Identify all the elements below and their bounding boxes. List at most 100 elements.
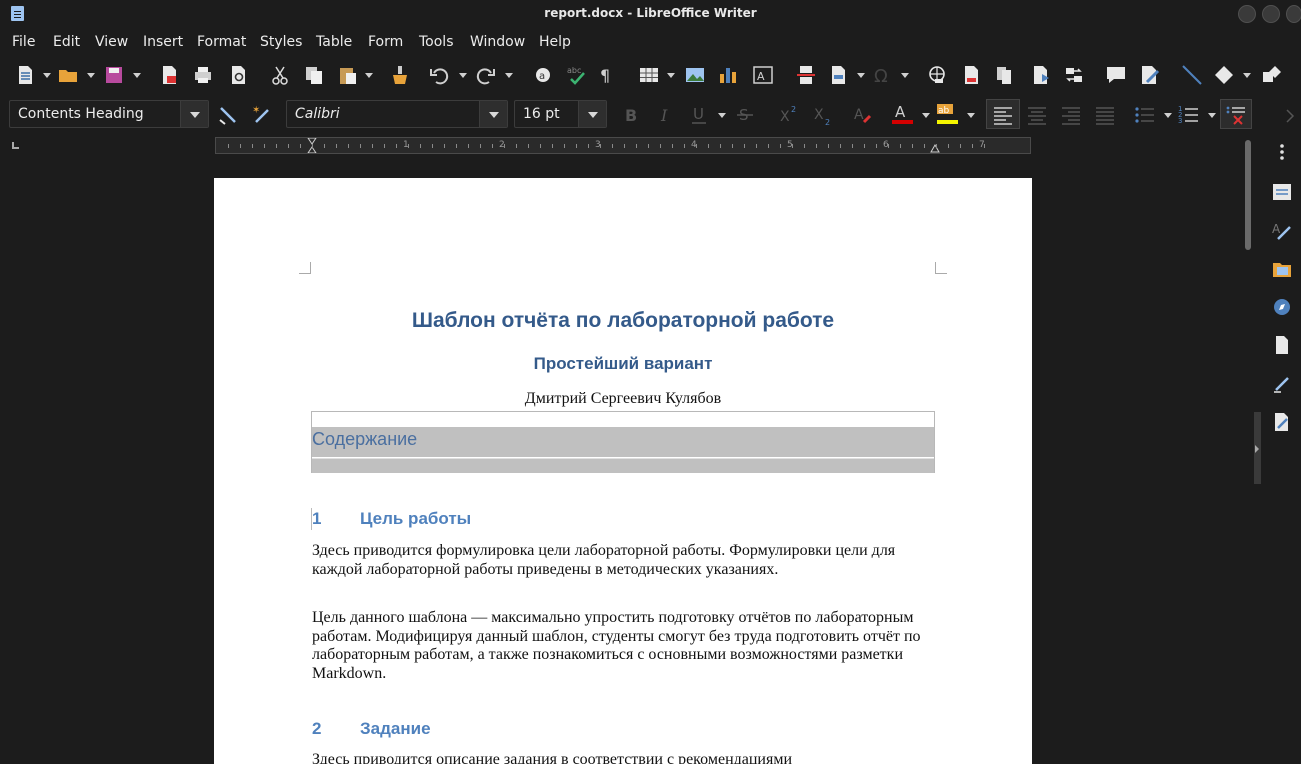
align-right-icon[interactable] [1060, 104, 1082, 126]
page-break-icon[interactable] [795, 64, 817, 86]
superscript-icon[interactable]: X2 [778, 104, 800, 126]
tab-type-icon[interactable] [12, 142, 19, 149]
menu-tools[interactable]: Tools [419, 34, 454, 50]
field-dropdown-icon[interactable] [857, 73, 865, 78]
document-author[interactable]: Дмитрий Сергеевич Кулябов [214, 390, 1032, 408]
manage-changes-icon[interactable] [1272, 412, 1292, 432]
print-icon[interactable] [192, 64, 214, 86]
formatting-marks-icon[interactable]: ¶ [597, 64, 619, 86]
menu-edit[interactable]: Edit [53, 34, 80, 50]
menu-window[interactable]: Window [470, 34, 525, 50]
align-center-icon[interactable] [1026, 104, 1048, 126]
close-button[interactable] [1286, 5, 1301, 23]
save-dropdown-icon[interactable] [133, 73, 141, 78]
toc-entry-placeholder[interactable] [312, 458, 934, 473]
right-indent-icon[interactable] [930, 144, 940, 153]
body-paragraph[interactable]: Цель данного шаблона — максимально упрос… [312, 609, 942, 683]
menu-table[interactable]: Table [316, 34, 352, 50]
clear-formatting-icon[interactable]: A [852, 104, 874, 126]
page-icon[interactable] [1272, 335, 1292, 355]
insert-textbox-icon[interactable]: A [752, 64, 774, 86]
menu-file[interactable]: File [12, 34, 35, 50]
open-dropdown-icon[interactable] [87, 73, 95, 78]
font-size-combo[interactable]: 16 pt [514, 100, 607, 128]
numbered-list-dropdown-icon[interactable] [1208, 113, 1216, 118]
style-inspector-icon[interactable] [1272, 374, 1292, 394]
underline-icon[interactable]: U [688, 104, 710, 126]
print-preview-icon[interactable] [227, 64, 249, 86]
underline-dropdown-icon[interactable] [718, 113, 726, 118]
undo-icon[interactable] [428, 64, 450, 86]
section-heading[interactable]: 1 Цель работы [312, 509, 471, 529]
table-dropdown-icon[interactable] [667, 73, 675, 78]
paragraph-style-dropdown-icon[interactable] [180, 101, 208, 127]
save-icon[interactable] [103, 64, 125, 86]
insert-table-icon[interactable] [638, 64, 660, 86]
new-document-icon[interactable] [14, 64, 36, 86]
body-paragraph[interactable]: Здесь приводится формулировка цели лабор… [312, 542, 942, 579]
document-title[interactable]: Шаблон отчёта по лабораторной работе [214, 309, 1032, 333]
paragraph-style-combo[interactable]: Contents Heading [9, 100, 209, 128]
font-color-dropdown-icon[interactable] [922, 113, 930, 118]
menu-form[interactable]: Form [368, 34, 403, 50]
toc-heading[interactable]: Содержание [312, 429, 417, 450]
font-color-icon[interactable]: A [891, 102, 913, 124]
maximize-button[interactable] [1262, 5, 1280, 23]
copy-icon[interactable] [303, 64, 325, 86]
paste-dropdown-icon[interactable] [365, 73, 373, 78]
insert-field-icon[interactable] [827, 64, 849, 86]
strikethrough-icon[interactable]: S [734, 104, 756, 126]
section-heading[interactable]: 2 Задание [312, 719, 431, 739]
justify-icon[interactable] [1094, 104, 1116, 126]
shapes-dropdown-icon[interactable] [1243, 73, 1251, 78]
menu-format[interactable]: Format [197, 34, 246, 50]
bullet-list-icon[interactable] [1134, 104, 1156, 126]
special-character-dropdown-icon[interactable] [901, 73, 909, 78]
draw-functions-icon[interactable] [1261, 64, 1283, 86]
horizontal-ruler[interactable]: 1 2 3 4 5 6 7 [215, 137, 1031, 154]
insert-footnote-icon[interactable] [960, 64, 982, 86]
insert-comment-icon[interactable] [1105, 64, 1127, 86]
styles-icon[interactable]: A [1272, 221, 1292, 241]
highlight-color-icon[interactable]: ab [936, 102, 958, 124]
toolbar-overflow-icon[interactable] [1283, 105, 1297, 127]
menu-insert[interactable]: Insert [143, 34, 183, 50]
properties-icon[interactable] [1272, 182, 1292, 202]
new-dropdown-icon[interactable] [43, 73, 51, 78]
document-subtitle[interactable]: Простейший вариант [214, 354, 1032, 374]
redo-dropdown-icon[interactable] [505, 73, 513, 78]
subscript-icon[interactable]: X2 [812, 104, 834, 126]
update-style-icon[interactable] [217, 104, 239, 126]
menu-styles[interactable]: Styles [260, 34, 302, 50]
undo-dropdown-icon[interactable] [459, 73, 467, 78]
sidebar-collapse-handle[interactable] [1254, 412, 1261, 484]
menu-help[interactable]: Help [539, 34, 571, 50]
track-changes-icon[interactable] [1139, 64, 1161, 86]
minimize-button[interactable] [1238, 5, 1256, 23]
highlight-dropdown-icon[interactable] [967, 113, 975, 118]
no-list-icon[interactable] [1225, 104, 1247, 126]
document-page[interactable]: Шаблон отчёта по лабораторной работе Про… [214, 178, 1032, 764]
italic-icon[interactable]: I [654, 104, 676, 126]
insert-image-icon[interactable] [684, 64, 706, 86]
gallery-icon[interactable] [1272, 259, 1292, 279]
align-left-icon[interactable] [992, 104, 1014, 126]
bold-icon[interactable]: B [620, 104, 642, 126]
redo-icon[interactable] [475, 64, 497, 86]
spelling-icon[interactable]: abc [566, 64, 588, 86]
toc-heading-row[interactable]: Содержание [312, 427, 934, 457]
font-name-combo[interactable]: Calibri [286, 100, 508, 128]
table-of-contents[interactable]: Содержание [311, 411, 935, 473]
special-character-icon[interactable]: Ω [872, 64, 894, 86]
cut-icon[interactable] [269, 64, 291, 86]
find-replace-icon[interactable]: a [532, 64, 554, 86]
insert-hyperlink-icon[interactable] [926, 64, 948, 86]
document-canvas[interactable]: Шаблон отчёта по лабораторной работе Про… [0, 158, 1245, 764]
paste-icon[interactable] [337, 64, 359, 86]
body-paragraph[interactable]: Здесь приводится описание задания в соот… [312, 751, 942, 764]
insert-endnote-icon[interactable] [994, 64, 1016, 86]
insert-line-icon[interactable] [1181, 64, 1203, 86]
export-pdf-icon[interactable] [158, 64, 180, 86]
font-size-dropdown-icon[interactable] [578, 101, 606, 127]
insert-bookmark-icon[interactable] [1030, 64, 1052, 86]
